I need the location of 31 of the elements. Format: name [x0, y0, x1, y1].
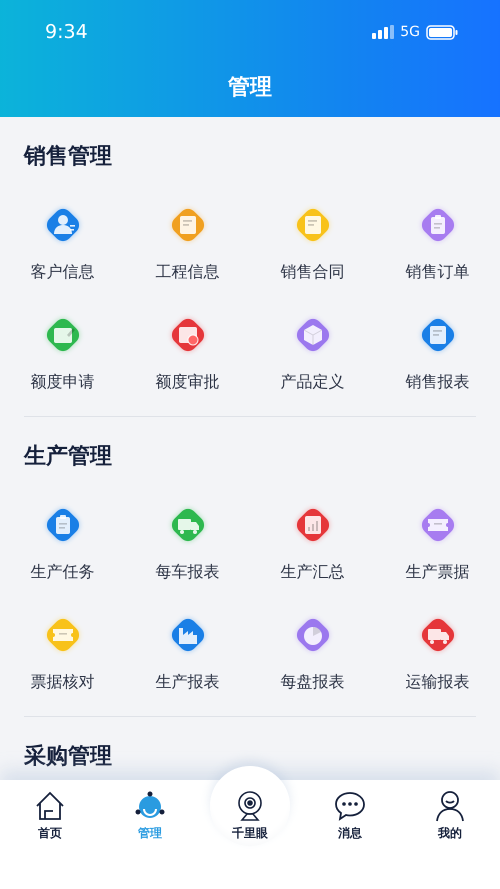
menu-label[interactable]: 生产票据	[406, 562, 470, 582]
nav-tab[interactable]: 千里眼	[200, 780, 300, 889]
home-icon	[34, 790, 66, 822]
menu-label[interactable]: 生产报表	[156, 672, 220, 692]
menu-label[interactable]: 生产汇总	[280, 562, 344, 582]
chat-icon	[334, 790, 366, 822]
section-title: 采购管理	[24, 743, 113, 771]
menu-label[interactable]: 产品定义	[280, 372, 344, 392]
menu-label[interactable]: 客户信息	[30, 262, 94, 282]
section-title: 生产管理	[24, 443, 113, 471]
nav-tab[interactable]: 首页	[0, 780, 100, 889]
menu-label[interactable]: 销售订单	[406, 262, 470, 282]
menu-label[interactable]: 额度审批	[156, 372, 220, 392]
menu-label[interactable]: 额度申请	[30, 372, 94, 392]
status-time: 9:34	[45, 21, 88, 43]
page-title: 管理	[228, 74, 272, 102]
section-title: 销售管理	[24, 143, 113, 171]
signal-icon	[372, 25, 394, 39]
menu-label[interactable]: 运输报表	[406, 672, 470, 692]
network-label: 5G	[400, 24, 420, 40]
menu-label[interactable]: 每车报表	[156, 562, 220, 582]
menu-label[interactable]: 生产任务	[30, 562, 94, 582]
menu-label[interactable]: 销售报表	[406, 372, 470, 392]
menu-label[interactable]: 工程信息	[156, 262, 220, 282]
nav-tab[interactable]: 我的	[400, 780, 500, 889]
battery-icon	[426, 24, 458, 40]
menu-label[interactable]: 票据核对	[30, 672, 94, 692]
menu-label[interactable]: 每盘报表	[280, 672, 344, 692]
menu-label[interactable]: 销售合同	[280, 262, 344, 282]
user-icon	[434, 790, 466, 822]
nav-tab[interactable]: 消息	[300, 780, 400, 889]
